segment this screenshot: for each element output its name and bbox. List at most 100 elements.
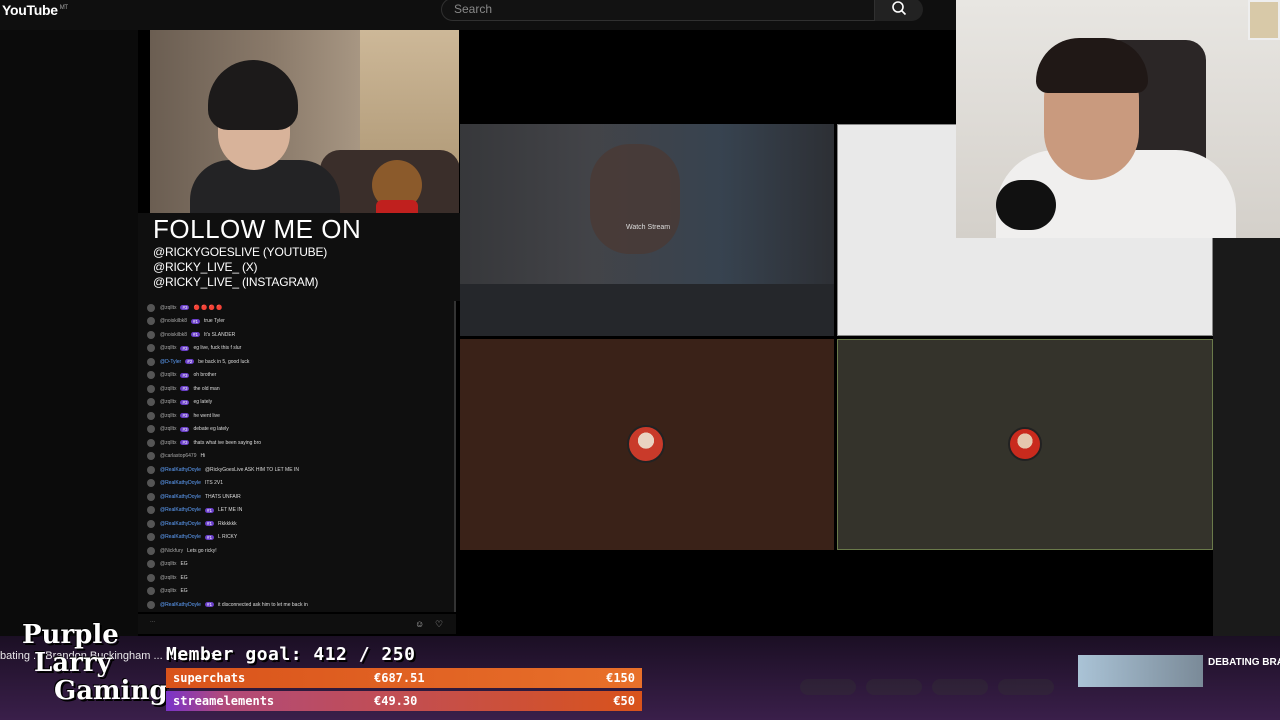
- cam-person-hair: [1036, 38, 1148, 93]
- chat-avatar[interactable]: [147, 384, 155, 393]
- chat-avatar[interactable]: [147, 438, 155, 447]
- chat-message: @zqlltx EG: [138, 585, 454, 599]
- live-chat[interactable]: @zqlltx #3 🔴 🔴 🔴 🔴 @noiskilbk8 #1 true Tyler @…: [138, 301, 456, 612]
- chat-avatar[interactable]: [147, 465, 155, 474]
- chat-message: @RealKathyDoyle #1 LET ME IN: [138, 504, 454, 518]
- chat-avatar[interactable]: [147, 600, 155, 609]
- chat-avatar[interactable]: [147, 317, 155, 326]
- chat-username[interactable]: @RealKathyDoyle: [160, 467, 201, 473]
- chat-message: @noiskilbk8 #1 true Tyler: [138, 315, 454, 329]
- chat-message: @zqlltx EG: [138, 571, 454, 585]
- chat-message: @zqlltx #3 🔴 🔴 🔴 🔴: [138, 301, 454, 315]
- chat-text: Rkkkkkk: [217, 520, 237, 527]
- recommended-thumbnail[interactable]: [1078, 655, 1203, 687]
- follow-panel: FOLLOW ME ON @RICKYGOESLIVE (YOUTUBE) @R…: [138, 213, 460, 301]
- search-icon: [892, 1, 907, 16]
- follow-line-x: @RICKY_LIVE_ (X): [153, 260, 258, 274]
- chat-avatar[interactable]: [147, 519, 155, 528]
- chat-username[interactable]: @zqlltx: [160, 345, 176, 351]
- chat-avatar[interactable]: [147, 398, 155, 407]
- logo-line-3: Gaming: [54, 676, 168, 706]
- emoji-icon[interactable]: ☺: [415, 619, 425, 629]
- chat-avatar[interactable]: [147, 492, 155, 501]
- member-badge: #3: [180, 345, 190, 351]
- chat-text: It's SLANDER: [204, 331, 236, 338]
- chat-text: Hi: [200, 453, 206, 460]
- superchats-target: €150: [606, 671, 635, 685]
- chat-message: @zqlltx #3 the old man: [138, 382, 454, 396]
- right-dark-strip: [1213, 238, 1280, 636]
- chat-username[interactable]: @RealKathyDoyle: [160, 602, 201, 608]
- chat-username[interactable]: @RealKathyDoyle: [160, 507, 201, 513]
- chat-avatar[interactable]: [147, 371, 155, 380]
- chat-text: true Tyler: [204, 318, 225, 325]
- webcam-left: [150, 30, 459, 213]
- chat-avatar[interactable]: [147, 560, 155, 569]
- cam-plush-toy: [372, 160, 422, 213]
- chat-username[interactable]: @Nickfury: [160, 548, 183, 554]
- chat-avatar[interactable]: [147, 546, 155, 555]
- chat-avatar[interactable]: [147, 533, 155, 542]
- share-button[interactable]: [866, 679, 922, 695]
- chat-avatar[interactable]: [147, 506, 155, 515]
- chat-username[interactable]: @zqlltx: [160, 426, 176, 432]
- chat-username[interactable]: @carlastop6479: [160, 453, 197, 459]
- chat-message: @zqlltx #3 he went live: [138, 409, 454, 423]
- streamelements-label: streamelements: [173, 694, 275, 708]
- chat-message: @RealKathyDoyle @RickyGoesLive ASK HIM TO…: [138, 463, 454, 477]
- chat-text: he went live: [193, 412, 220, 419]
- chat-username[interactable]: @noiskilbk8: [160, 332, 187, 338]
- search-button[interactable]: [875, 0, 923, 21]
- chat-username[interactable]: @D-Tyler: [160, 359, 181, 365]
- chat-username[interactable]: @zqlltx: [160, 588, 176, 594]
- chat-username[interactable]: @zqlltx: [160, 305, 176, 311]
- save-button[interactable]: [932, 679, 988, 695]
- logo-line-2: Larry: [34, 648, 112, 678]
- member-badge: #1: [204, 602, 214, 608]
- heart-icon[interactable]: ♡: [435, 619, 445, 629]
- chat-input-bar[interactable]: ... ☺ ♡: [138, 614, 456, 634]
- search-input[interactable]: Search: [441, 0, 875, 21]
- screen-share-person: [590, 144, 680, 254]
- chat-username[interactable]: @zqlltx: [160, 561, 176, 567]
- like-button[interactable]: [800, 679, 856, 695]
- chat-username[interactable]: @RealKathyDoyle: [160, 480, 201, 486]
- youtube-logo[interactable]: YouTube MT: [2, 2, 68, 18]
- chat-avatar[interactable]: [147, 479, 155, 488]
- participant-tile-2[interactable]: [837, 339, 1213, 550]
- chat-avatar[interactable]: [147, 357, 155, 366]
- chat-username[interactable]: @zqlltx: [160, 399, 176, 405]
- member-badge: #3: [180, 305, 190, 311]
- watch-stream-label[interactable]: Watch Stream: [626, 224, 670, 231]
- chat-username[interactable]: @zqlltx: [160, 386, 176, 392]
- chat-username[interactable]: @zqlltx: [160, 372, 176, 378]
- chat-avatar[interactable]: [147, 344, 155, 353]
- chat-username[interactable]: @RealKathyDoyle: [160, 494, 201, 500]
- cam-wall-frame: [1248, 0, 1280, 40]
- chat-avatar[interactable]: [147, 330, 155, 339]
- chat-username[interactable]: @zqlltx: [160, 413, 176, 419]
- chat-avatar[interactable]: [147, 573, 155, 582]
- superchats-value: €687.51: [374, 671, 425, 685]
- chat-username[interactable]: @zqlltx: [160, 440, 176, 446]
- recommended-title[interactable]: DEBATING BRANDON BUCKINGHAM: [1208, 656, 1280, 670]
- chat-text: EG: [180, 574, 188, 581]
- more-button[interactable]: [998, 679, 1054, 695]
- chat-avatar[interactable]: [147, 587, 155, 596]
- member-goal: Member goal: 412 / 250: [166, 644, 416, 665]
- participant-tile-1[interactable]: [460, 339, 834, 550]
- chat-username[interactable]: @RealKathyDoyle: [160, 521, 201, 527]
- chat-username[interactable]: @zqlltx: [160, 575, 176, 581]
- superchats-label: superchats: [173, 671, 246, 685]
- member-badge: #3: [180, 426, 190, 432]
- chat-avatar[interactable]: [147, 425, 155, 434]
- screen-share-tile[interactable]: Watch Stream: [460, 124, 834, 336]
- chat-message: @noiskilbk8 #1 It's SLANDER: [138, 328, 454, 342]
- chat-message: @zqlltx EG: [138, 558, 454, 572]
- chat-username[interactable]: @RealKathyDoyle: [160, 534, 201, 540]
- participant-avatar-1: [627, 425, 665, 463]
- chat-username[interactable]: @noiskilbk8: [160, 318, 187, 324]
- chat-avatar[interactable]: [147, 411, 155, 420]
- chat-avatar[interactable]: [147, 303, 155, 312]
- chat-avatar[interactable]: [147, 452, 155, 461]
